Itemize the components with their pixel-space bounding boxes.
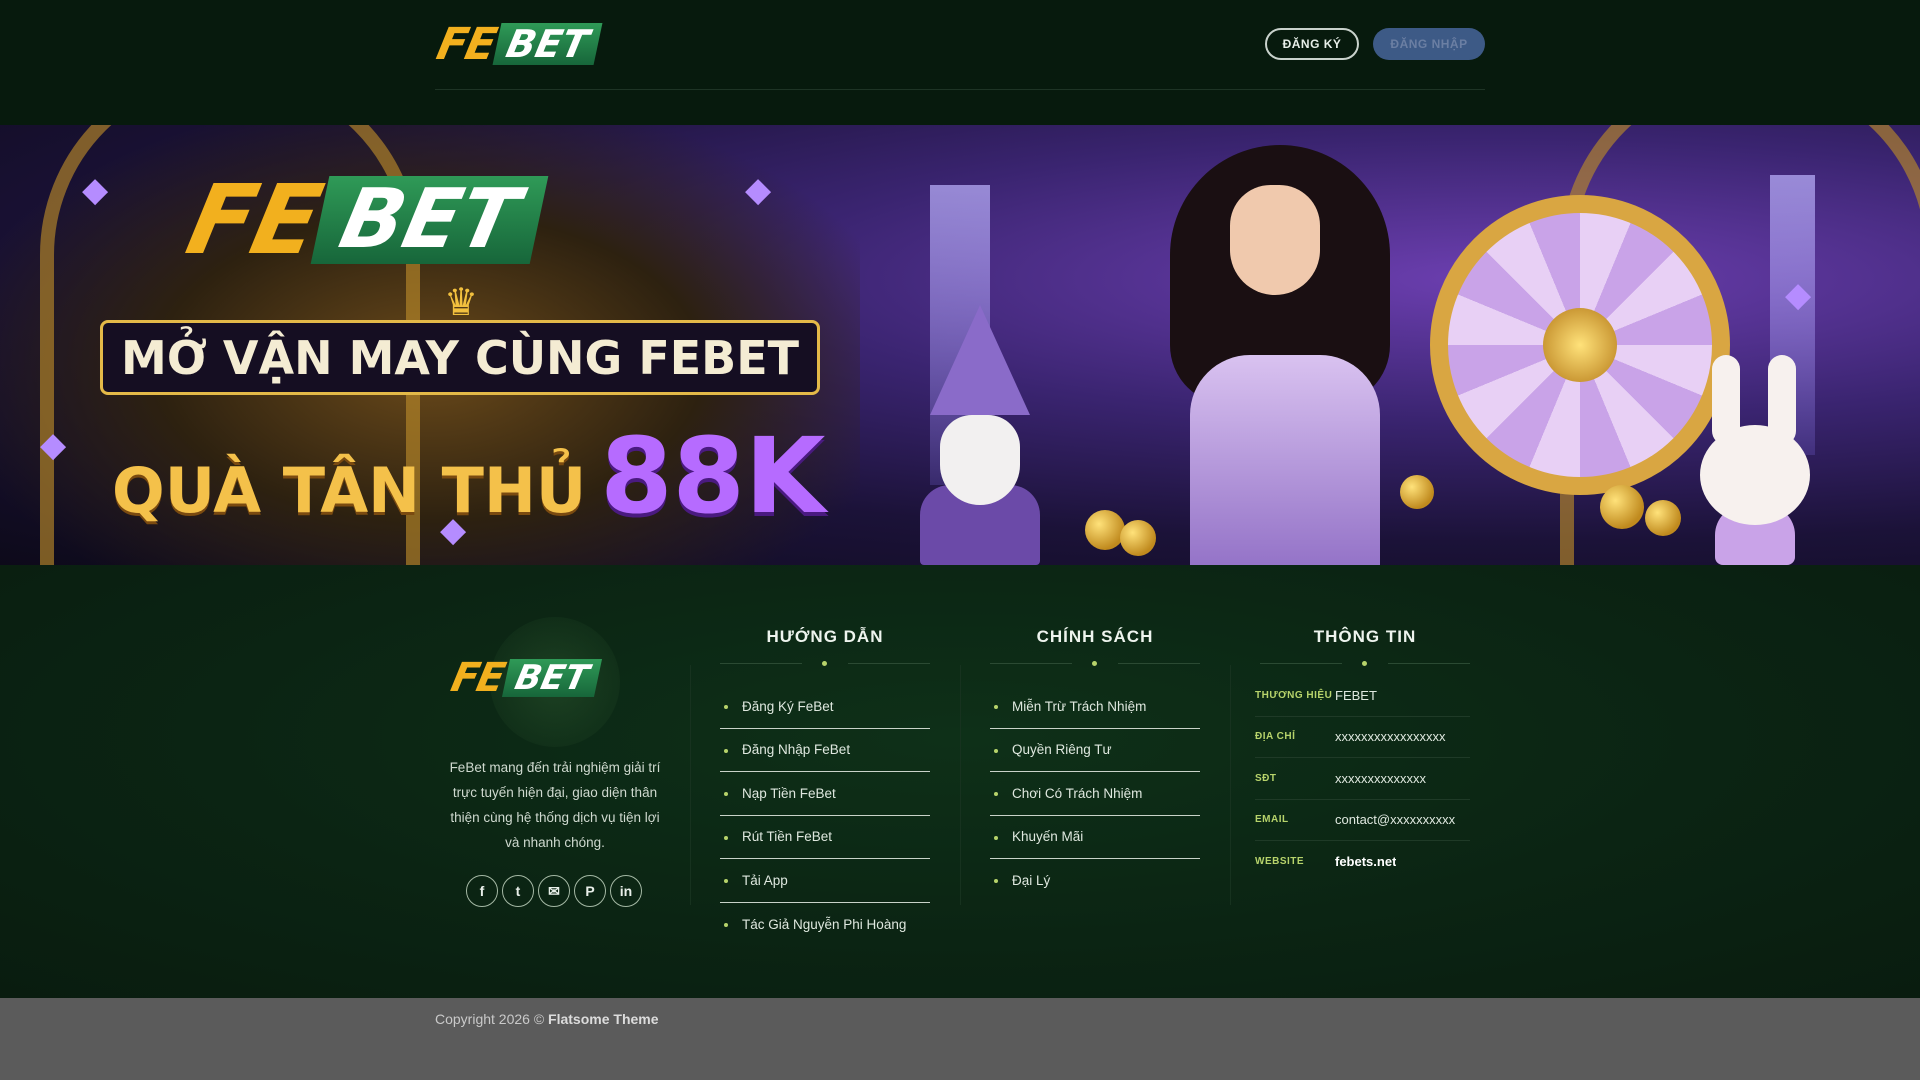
column-divider: [1230, 665, 1231, 905]
gem-icon: ◆: [40, 426, 67, 464]
policy-link[interactable]: Đại Lý: [990, 859, 1200, 903]
policy-link[interactable]: Miễn Trừ Trách Nhiệm: [990, 685, 1200, 729]
coin-icon: [1400, 475, 1434, 509]
policy-link[interactable]: Khuyến Mãi: [990, 816, 1200, 859]
policy-link[interactable]: Quyền Riêng Tư: [990, 729, 1200, 772]
info-value: xxxxxxxxxxxxxxxxx: [1335, 729, 1446, 745]
copyright-text: Copyright 2026 © Flatsome Theme: [435, 1011, 659, 1027]
guide-link[interactable]: Tác Giả Nguyễn Phi Hoàng: [720, 903, 930, 947]
info-table: THƯƠNG HIỆU FEBET ĐỊA CHỈ xxxxxxxxxxxxxx…: [1255, 675, 1470, 883]
register-button[interactable]: ĐĂNG KÝ: [1265, 28, 1359, 60]
footer-logo-fe: FE: [447, 655, 508, 701]
lucky-wheel-illustration: [1430, 195, 1730, 495]
banner-logo-fe: FE: [178, 164, 330, 276]
info-label: ĐỊA CHỈ: [1255, 731, 1296, 743]
gem-icon: ◆: [1785, 276, 1812, 314]
info-label: EMAIL: [1255, 814, 1289, 826]
header-divider: [435, 89, 1485, 90]
guide-title-divider: [720, 660, 930, 668]
column-divider: [960, 665, 961, 905]
info-row-brand: THƯƠNG HIỆU FEBET: [1255, 675, 1470, 717]
gem-icon: ◆: [745, 171, 772, 209]
info-title-divider: [1260, 660, 1470, 668]
banner-offer: QUÀ TÂN THỦ 88K: [112, 415, 826, 537]
header-logo[interactable]: FE BET: [433, 19, 603, 70]
policy-menu: Miễn Trừ Trách Nhiệm Quyền Riêng Tư Chơi…: [990, 685, 1200, 903]
banner-offer-label: QUÀ TÂN THỦ: [112, 454, 587, 527]
bunny-illustration: [1690, 355, 1820, 565]
info-label: SĐT: [1255, 772, 1277, 784]
pinterest-icon[interactable]: P: [574, 875, 606, 907]
guide-link[interactable]: Đăng Ký FeBet: [720, 685, 930, 729]
copyright-bar: Copyright 2026 © Flatsome Theme: [0, 998, 1920, 1080]
gem-icon: ◆: [82, 171, 109, 209]
column-divider: [690, 665, 691, 905]
theme-link[interactable]: Flatsome Theme: [548, 1011, 658, 1027]
twitter-icon[interactable]: t: [502, 875, 534, 907]
wizard-illustration: [900, 305, 1060, 565]
info-value: FEBET: [1335, 687, 1377, 703]
site-header: FE BET ĐĂNG KÝ ĐĂNG NHẬP: [0, 0, 1920, 125]
copyright-prefix: Copyright 2026 ©: [435, 1011, 545, 1027]
logo-text-bet: BET: [492, 22, 603, 66]
model-illustration: [1150, 145, 1410, 565]
guide-link[interactable]: Rút Tiền FeBet: [720, 816, 930, 859]
hero-banner[interactable]: ◆ ◆ ◆ ◆ ◆ FE BET ♛ MỞ VẬN MAY CÙNG FEBET…: [0, 125, 1920, 565]
logo-text-fe: FE: [432, 18, 500, 70]
info-row-email: EMAIL contact@xxxxxxxxxx: [1255, 800, 1470, 841]
facebook-icon[interactable]: f: [466, 875, 498, 907]
info-label: WEBSITE: [1255, 856, 1305, 868]
banner-slogan: MỞ VẬN MAY CÙNG FEBET: [100, 320, 820, 395]
guide-link[interactable]: Đăng Nhập FeBet: [720, 729, 930, 772]
crown-icon: ♛: [444, 282, 479, 324]
website-link[interactable]: febets.net: [1335, 854, 1396, 869]
site-footer: FE BET FeBet mang đến trải nghiệm giải t…: [0, 565, 1920, 998]
guide-title: HƯỚNG DẪN: [766, 627, 884, 646]
banner-offer-amount: 88K: [600, 415, 826, 537]
linkedin-icon[interactable]: in: [610, 875, 642, 907]
info-row-address: ĐỊA CHỈ xxxxxxxxxxxxxxxxx: [1255, 717, 1470, 758]
guide-menu: Đăng Ký FeBet Đăng Nhập FeBet Nạp Tiền F…: [720, 685, 930, 946]
footer-about-text: FeBet mang đến trải nghiệm giải trí trực…: [449, 760, 661, 850]
coin-icon: [1085, 510, 1125, 550]
email-icon[interactable]: ✉: [538, 875, 570, 907]
coin-icon: [1600, 485, 1644, 529]
banner-logo: FE BET: [178, 164, 548, 276]
info-value[interactable]: contact@xxxxxxxxxx: [1335, 812, 1455, 827]
guide-link[interactable]: Tải App: [720, 859, 930, 903]
policy-link[interactable]: Chơi Có Trách Nhiệm: [990, 772, 1200, 816]
coin-icon: [1120, 520, 1156, 556]
guide-link[interactable]: Nạp Tiền FeBet: [720, 772, 930, 816]
info-label: THƯƠNG HIỆU: [1255, 689, 1333, 701]
login-button[interactable]: ĐĂNG NHẬP: [1373, 28, 1485, 60]
info-title: THÔNG TIN: [1313, 627, 1417, 646]
info-row-phone: SĐT xxxxxxxxxxxxxx: [1255, 758, 1470, 800]
info-row-website: WEBSITE febets.net: [1255, 841, 1470, 883]
banner-logo-bet: BET: [310, 172, 548, 267]
coin-icon: [1645, 500, 1681, 536]
policy-title-divider: [990, 660, 1200, 668]
info-value: xxxxxxxxxxxxxx: [1335, 770, 1426, 786]
footer-logo-bet: BET: [501, 658, 603, 698]
policy-title: CHÍNH SÁCH: [1036, 627, 1154, 646]
social-links: f t ✉ P in: [466, 875, 642, 907]
footer-logo[interactable]: FE BET: [447, 655, 603, 701]
